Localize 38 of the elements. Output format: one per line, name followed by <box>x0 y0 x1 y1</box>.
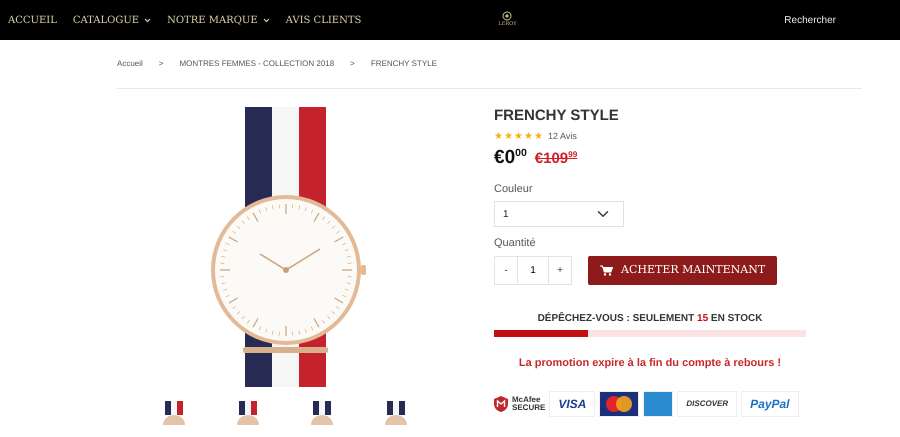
promo-message: La promotion expire à la fin du compte à rebours ! <box>518 356 782 370</box>
field-label: Quantité <box>494 236 537 251</box>
search-link[interactable]: Rechercher <box>784 12 836 28</box>
thumbnail-drawing[interactable] <box>163 401 185 425</box>
payment-logo <box>643 391 674 417</box>
quantity-field[interactable]: 1 <box>518 256 548 284</box>
increment-button[interactable]: + <box>548 256 572 284</box>
thumbnail-drawing[interactable] <box>311 401 333 425</box>
thumbnail-drawing[interactable] <box>237 401 259 425</box>
breadcrumb-item[interactable]: MONTRES FEMMES - COLLECTION 2018 <box>179 58 334 70</box>
shield-icon <box>494 396 508 412</box>
payment-logo: PayPal <box>741 391 799 417</box>
review-count: 12 Avis <box>548 130 577 143</box>
stock-message: DÉPÊCHEZ-VOUS : SEULEMENT 15 EN STOCK <box>536 311 764 326</box>
decrement-button[interactable]: - <box>494 256 518 284</box>
nav-link[interactable]: AVIS CLIENTS <box>286 12 362 28</box>
current-price: €0$^{00}$ <box>494 146 527 170</box>
cart-icon <box>600 264 613 276</box>
old-price: €109$^{99}$ <box>534 149 578 169</box>
breadcrumb-separator: > <box>350 58 355 70</box>
badge-text: McAfee <box>512 396 542 404</box>
thumbnail-drawing[interactable] <box>385 401 407 425</box>
color-select[interactable]: 1 <box>494 201 624 227</box>
badge-text: SECURE <box>512 404 546 412</box>
breadcrumb-item: FRENCHY STYLE <box>370 58 437 70</box>
product-title: FRENCHY STYLE <box>494 107 620 125</box>
payment-logo <box>599 391 640 417</box>
nav-link[interactable]: NOTRE MARQUE <box>167 12 270 28</box>
payment-logo: DISCOVER <box>677 391 738 417</box>
breadcrumb-separator: > <box>158 58 164 70</box>
breadcrumb-item[interactable]: Accueil <box>117 58 143 70</box>
logo-icon <box>502 11 512 22</box>
buy-now-button[interactable]: ACHETER MAINTENANT <box>588 256 778 284</box>
payment-logo: VISA <box>549 391 596 417</box>
nav-link[interactable]: CATALOGUE <box>72 12 152 28</box>
star-rating: ★★★★★ <box>494 130 544 144</box>
nav-link[interactable]: ACCUEIL <box>8 12 57 28</box>
field-label: Couleur <box>494 182 534 196</box>
